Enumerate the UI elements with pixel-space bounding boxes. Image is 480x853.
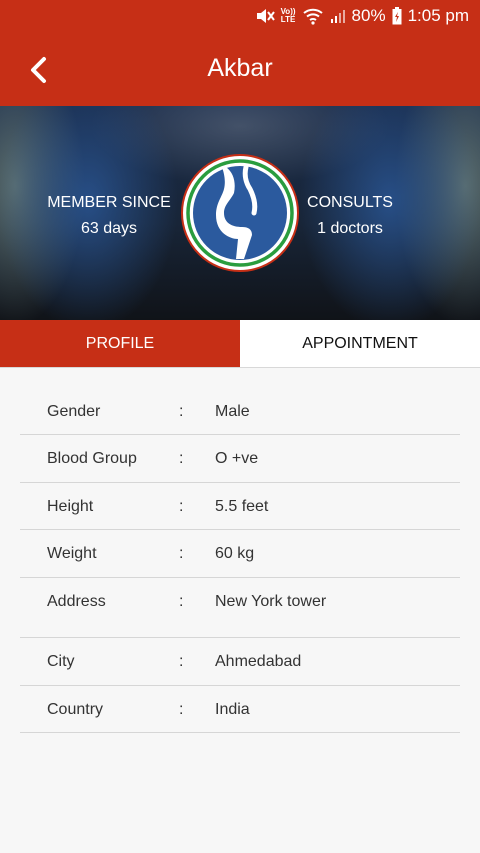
detail-row-address: Address : New York tower	[20, 578, 460, 638]
detail-value: O +ve	[215, 450, 259, 467]
detail-value: 5.5 feet	[215, 498, 269, 515]
detail-label: Height	[47, 498, 94, 515]
page-title: Akbar	[207, 54, 273, 82]
volte-indicator: Vo)) LTE	[280, 7, 296, 24]
detail-row-weight: Weight : 60 kg	[20, 530, 460, 578]
signal-icon	[330, 8, 346, 24]
consults-label: CONSULTS	[307, 194, 393, 211]
detail-label: Address	[47, 593, 106, 610]
detail-label: Blood Group	[47, 450, 137, 467]
tab-bar: PROFILE APPOINTMENT	[0, 320, 480, 368]
member-since-stat: MEMBER SINCE 63 days	[24, 190, 194, 242]
profile-details-list: Gender : Male Blood Group : O +ve Height…	[20, 388, 460, 733]
member-since-label: MEMBER SINCE	[47, 194, 171, 211]
detail-value: New York tower	[215, 593, 327, 610]
app-bar: Akbar	[0, 32, 480, 106]
detail-row-country: Country : India	[20, 686, 460, 733]
consults-value: 1 doctors	[317, 220, 383, 237]
detail-label: Weight	[47, 545, 97, 562]
detail-separator: :	[179, 545, 184, 562]
consults-stat: CONSULTS 1 doctors	[265, 190, 435, 242]
detail-separator: :	[179, 498, 184, 515]
detail-separator: :	[179, 450, 184, 467]
detail-separator: :	[179, 701, 184, 718]
member-since-value: 63 days	[80, 220, 138, 237]
mute-icon	[255, 7, 275, 25]
detail-row-height: Height : 5.5 feet	[20, 483, 460, 530]
detail-value: India	[215, 701, 250, 718]
wifi-icon	[302, 7, 324, 25]
tab-profile[interactable]: PROFILE	[0, 320, 240, 367]
detail-value: Male	[215, 403, 250, 420]
detail-value: Ahmedabad	[215, 653, 302, 670]
battery-percentage: 80%	[351, 6, 386, 25]
clock: 1:05 pm	[407, 6, 469, 25]
battery-icon	[392, 7, 402, 25]
detail-row-gender: Gender : Male	[20, 388, 460, 435]
detail-label: Gender	[47, 403, 101, 420]
detail-row-city: City : Ahmedabad	[20, 638, 460, 686]
detail-row-blood-group: Blood Group : O +ve	[20, 435, 460, 483]
detail-separator: :	[179, 403, 184, 420]
detail-label: Country	[47, 701, 104, 718]
detail-label: City	[47, 653, 75, 670]
detail-separator: :	[179, 593, 184, 610]
tab-appointment[interactable]: APPOINTMENT	[240, 320, 480, 367]
status-bar: Vo)) LTE 80% 1:05 pm	[0, 0, 480, 32]
profile-header: MEMBER SINCE 63 days CONSULTS 1 doctors	[0, 106, 480, 320]
detail-separator: :	[179, 653, 184, 670]
detail-value: 60 kg	[215, 545, 255, 562]
